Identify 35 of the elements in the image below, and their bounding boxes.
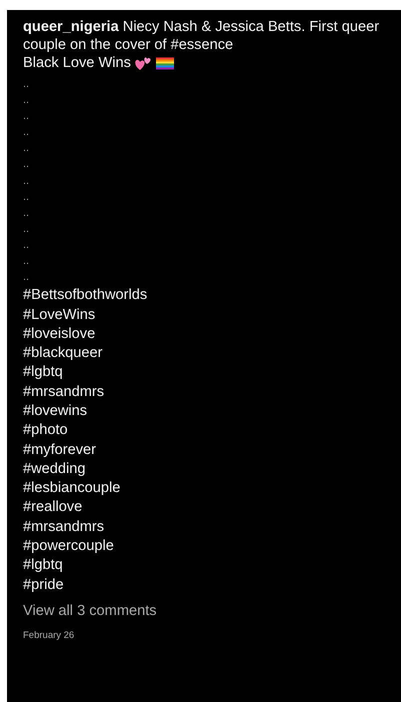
dot-line: .. xyxy=(23,141,30,156)
hashtag-link[interactable]: #lgbtq xyxy=(23,556,63,576)
post-caption: queer_nigeria Niecy Nash & Jessica Betts. First queer couple on the cover of #essence xyxy=(23,18,380,54)
hashtag-link[interactable]: #powercouple xyxy=(23,537,114,556)
hashtag-link[interactable]: #lovewins xyxy=(23,402,88,422)
dot-line: .. xyxy=(23,190,30,205)
hashtag-link[interactable]: #LoveWins xyxy=(23,306,96,325)
dot-line: .. xyxy=(23,77,30,92)
dot-line: .. xyxy=(23,125,30,140)
post-date: February 26 xyxy=(23,630,74,642)
hashtag-link[interactable]: #photo xyxy=(23,421,68,441)
view-comments-link[interactable]: View all 3 comments xyxy=(23,602,157,620)
dot-line: .. xyxy=(23,174,30,189)
hashtag-link[interactable]: #lgbtq xyxy=(23,363,63,383)
dot-line: .. xyxy=(23,270,30,286)
rainbow-flag-icon xyxy=(156,56,174,70)
hashtag-link[interactable]: #blackqueer xyxy=(23,344,103,364)
hashtag-link[interactable]: #mrsandmrs xyxy=(23,382,104,402)
hashtag-link[interactable]: #wedding xyxy=(23,460,86,480)
dot-line: .. xyxy=(23,157,30,172)
dot-line: .. xyxy=(23,238,30,253)
dot-line: .. xyxy=(23,254,30,270)
hashtag-link[interactable]: #pride xyxy=(23,576,64,595)
hashtag-link[interactable]: #loveislove xyxy=(23,324,96,344)
dot-line: .. xyxy=(23,206,30,221)
dot-line: .. xyxy=(23,93,30,108)
caption-text: Black Love Wins xyxy=(23,54,131,72)
hashtag-link[interactable]: #myforever xyxy=(23,440,96,460)
hashtag-link[interactable]: #mrsandmrs xyxy=(23,518,104,538)
hashtag-link[interactable]: #Bettsofbothworlds xyxy=(23,286,148,306)
dot-line: .. xyxy=(23,109,30,124)
two-hearts-icon xyxy=(134,56,152,70)
dot-line: .. xyxy=(23,222,30,237)
hashtag-link[interactable]: #reallove xyxy=(23,498,82,518)
hashtag-link[interactable]: #lesbiancouple xyxy=(23,479,120,498)
